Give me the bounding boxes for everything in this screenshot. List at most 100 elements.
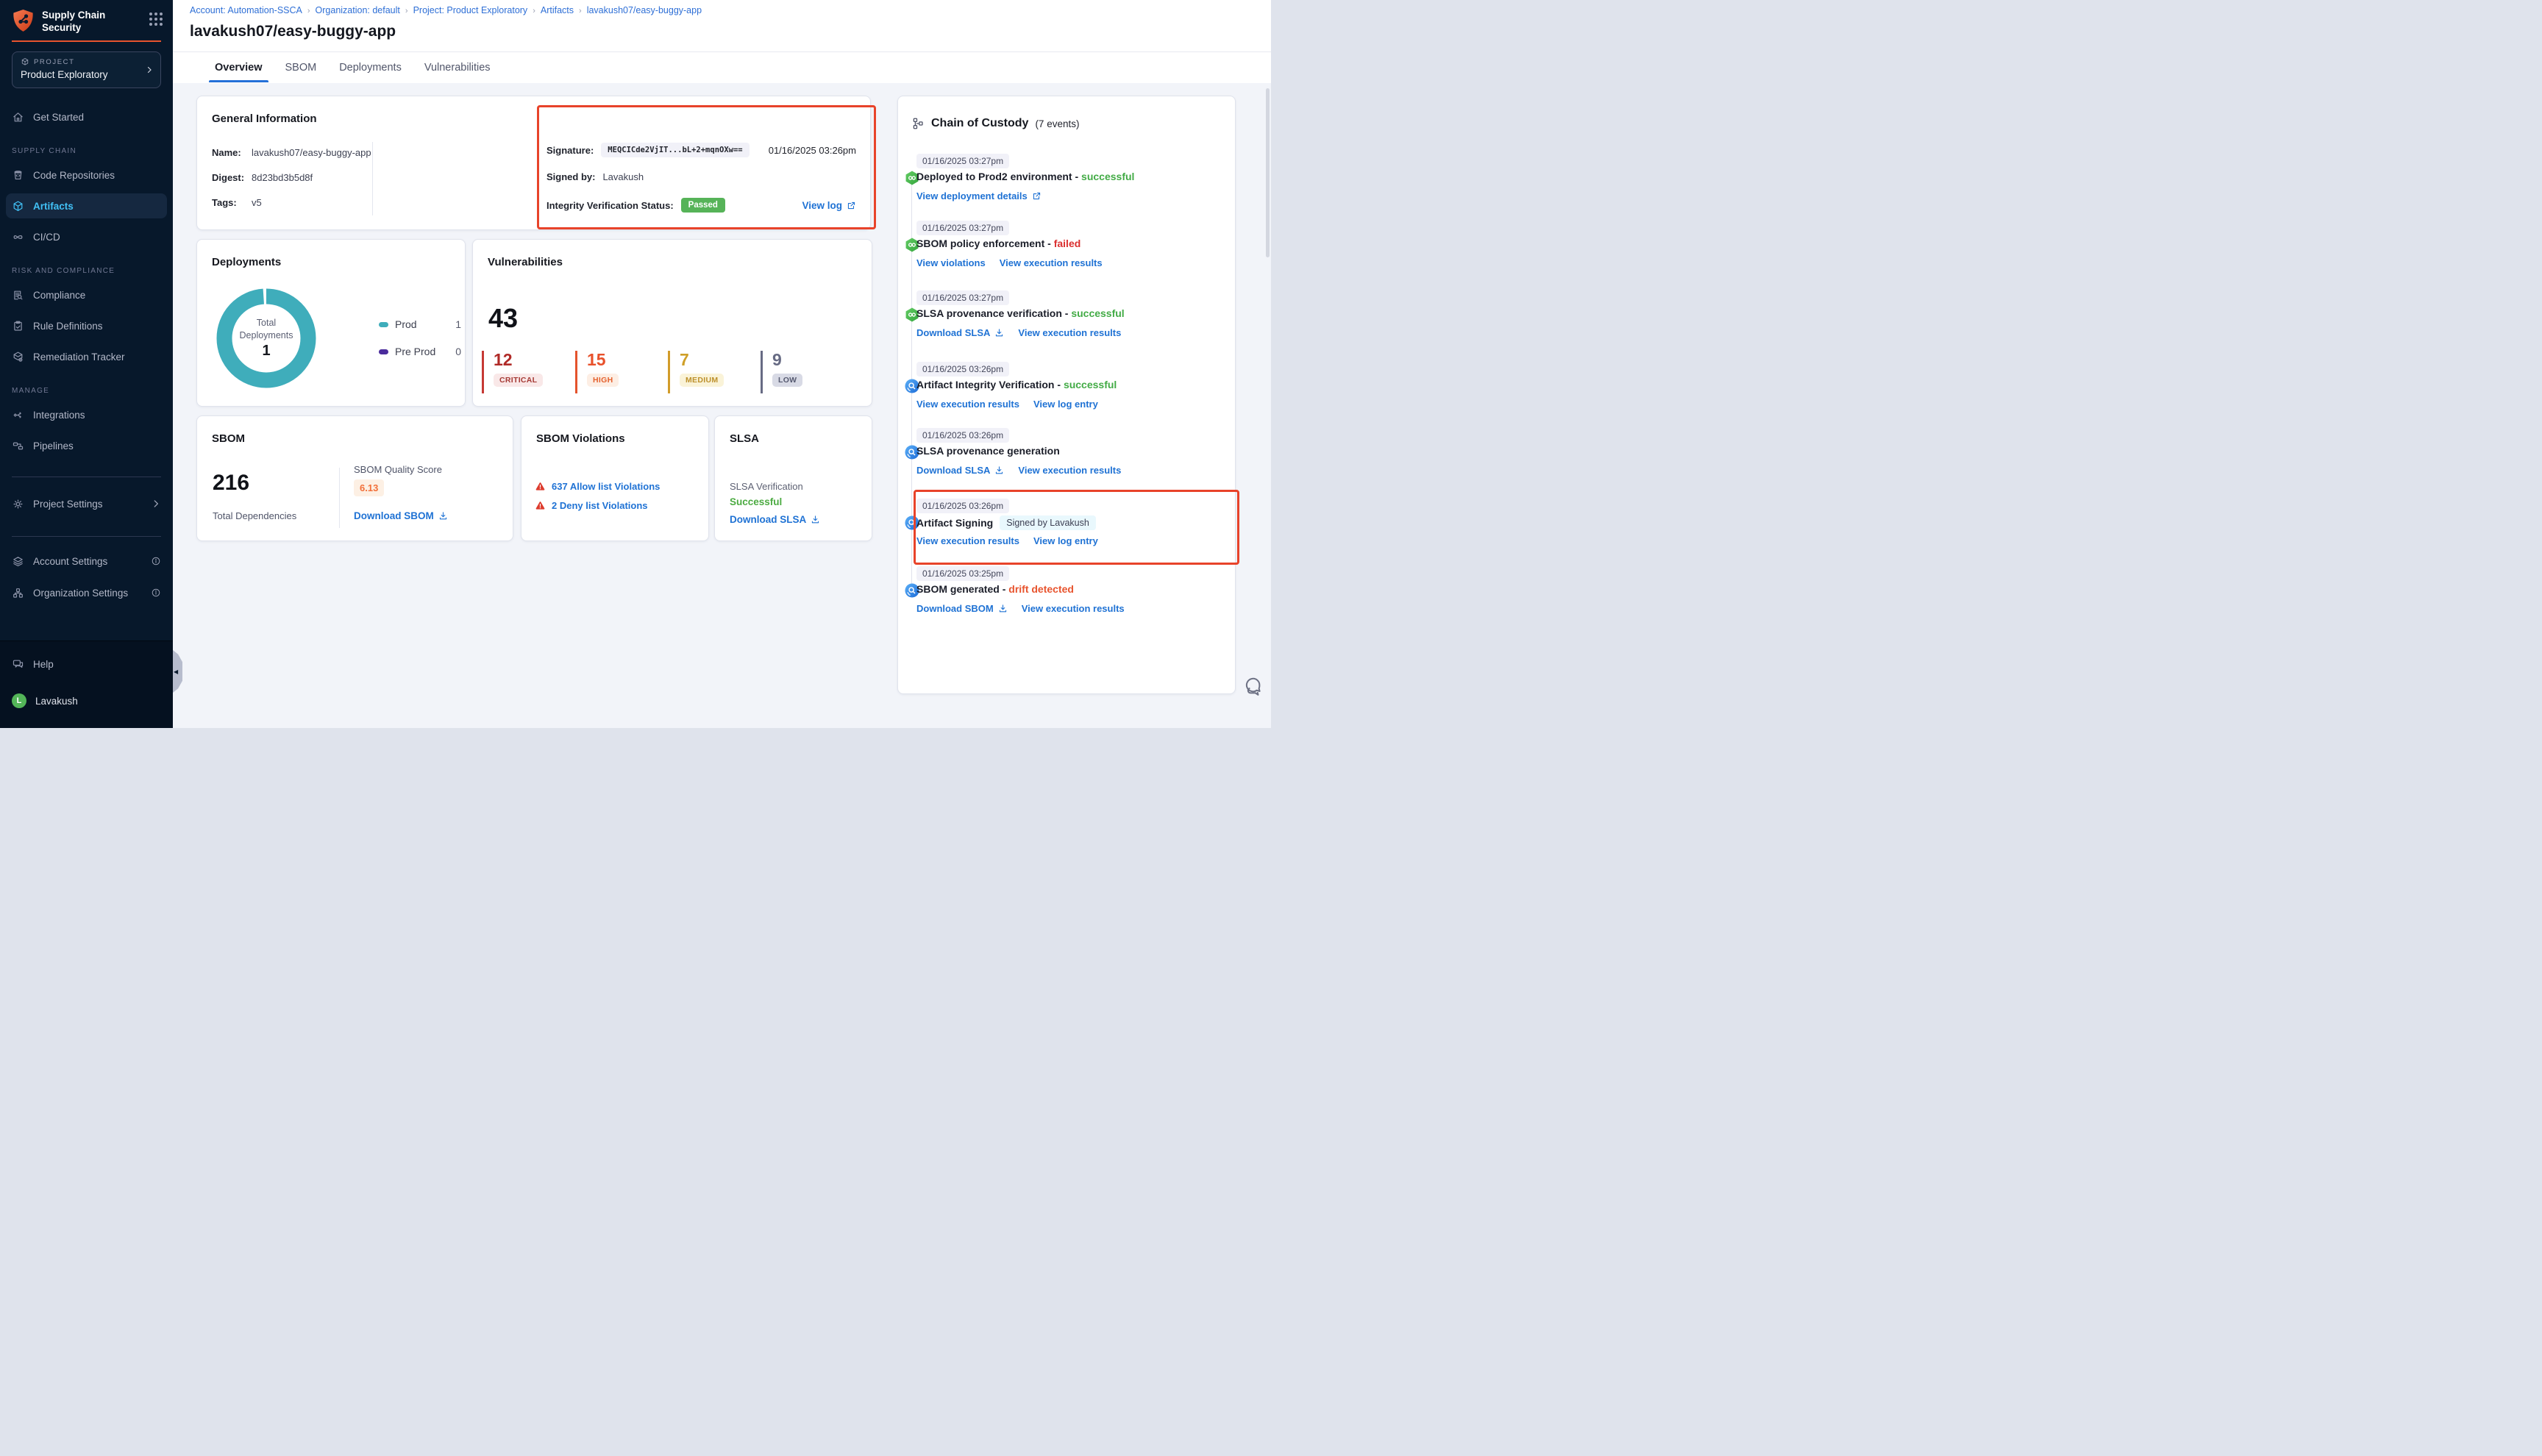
breadcrumb-separator: › <box>579 7 582 15</box>
sidebar-collapse-handle[interactable]: ◀ <box>173 650 182 693</box>
card-title-deployments: Deployments <box>212 256 281 268</box>
download-sbom-link[interactable]: Download SBOM <box>354 510 448 521</box>
sidebar-item-label: Code Repositories <box>33 170 115 181</box>
tab-vulnerabilities[interactable]: Vulnerabilities <box>423 52 492 82</box>
event-links: Download SBOM View execution results <box>916 603 1125 614</box>
link-view-deployment-details[interactable]: View deployment details <box>916 190 1042 201</box>
event-title-text: Deployed to Prod2 environment <box>916 171 1072 182</box>
breadcrumb-item-account[interactable]: Account: Automation-SSCA <box>190 5 302 15</box>
tab-deployments[interactable]: Deployments <box>338 52 403 82</box>
sidebar-item-compliance[interactable]: Compliance <box>0 282 173 307</box>
user-menu[interactable]: L Lavakush <box>0 688 173 713</box>
user-name: Lavakush <box>35 696 78 707</box>
event-title: SBOM policy enforcement - failed <box>916 238 1080 249</box>
sidebar-item-label: Rule Definitions <box>33 321 103 332</box>
link-view-violations[interactable]: View violations <box>916 257 986 268</box>
sidebar-item-ci-cd[interactable]: CI/CD <box>0 224 173 249</box>
sidebar-item-help[interactable]: Help <box>0 652 173 677</box>
link-view-log-entry[interactable]: View log entry <box>1033 535 1098 546</box>
sidebar-item-rule-definitions[interactable]: Rule Definitions <box>0 313 173 338</box>
event-status: failed <box>1054 238 1081 249</box>
field-name: Name:lavakush07/easy-buggy-app <box>212 147 371 158</box>
legend-label: Prod <box>395 318 417 330</box>
legend-value: 0 <box>455 346 461 357</box>
warning-triangle-icon <box>535 500 546 511</box>
link-download-sbom[interactable]: Download SBOM <box>916 603 1008 614</box>
sidebar-item-integrations[interactable]: Integrations <box>0 402 173 427</box>
sidebar-item-account-settings[interactable]: Account Settings <box>0 549 173 574</box>
sidebar-item-artifacts[interactable]: Artifacts <box>6 193 167 218</box>
breadcrumb-item-artifacts[interactable]: Artifacts <box>541 5 574 15</box>
sidebar-item-get-started[interactable]: Get Started <box>0 104 173 129</box>
home-icon <box>12 111 24 124</box>
severity-badge: LOW <box>772 374 802 387</box>
link-view-execution-results[interactable]: View execution results <box>916 399 1019 410</box>
link-637-allow-list-violations[interactable]: 637 Allow list Violations <box>552 481 660 492</box>
download-slsa-link[interactable]: Download SLSA <box>730 514 820 525</box>
link-view-execution-results[interactable]: View execution results <box>1000 257 1103 268</box>
project-selector-label: PROJECT <box>21 57 143 66</box>
chain-of-custody-count: (7 events) <box>1035 118 1079 129</box>
severity-high: 15HIGH <box>575 351 619 393</box>
event-title: Artifact Integrity Verification - succes… <box>916 379 1117 390</box>
event-links: View deployment details <box>916 190 1042 201</box>
event-links: Download SLSA View execution results <box>916 465 1121 476</box>
severity-medium: 7MEDIUM <box>668 351 724 393</box>
info-icon <box>151 588 161 598</box>
sidebar-item-label: CI/CD <box>33 232 60 243</box>
breadcrumb-item-lavakush07-easy-buggy-app[interactable]: lavakush07/easy-buggy-app <box>587 5 702 15</box>
severity-low: 9LOW <box>761 351 802 393</box>
link-view-execution-results[interactable]: View execution results <box>1022 603 1125 614</box>
link-download-slsa[interactable]: Download SLSA <box>916 327 1004 338</box>
page-scrollbar-thumb[interactable] <box>1266 88 1270 257</box>
download-icon <box>811 515 820 524</box>
tab-sbom[interactable]: SBOM <box>284 52 318 82</box>
download-icon <box>994 328 1004 338</box>
link-view-execution-results[interactable]: View execution results <box>1018 327 1121 338</box>
link-view-execution-results[interactable]: View execution results <box>916 535 1019 546</box>
link-2-deny-list-violations[interactable]: 2 Deny list Violations <box>552 500 648 511</box>
link-view-execution-results[interactable]: View execution results <box>1018 465 1121 476</box>
event-links: View execution results View log entry <box>916 535 1098 546</box>
event-title: Artifact SigningSigned by Lavakush <box>916 515 1096 530</box>
card-title-sbom: SBOM <box>212 432 245 445</box>
help-chat-bubble-icon[interactable] <box>1242 675 1264 697</box>
warning-triangle-icon <box>535 481 546 492</box>
box-icon <box>12 351 24 363</box>
link-view-log-entry[interactable]: View log entry <box>1033 399 1098 410</box>
project-selector[interactable]: PROJECT Product Exploratory <box>12 51 161 88</box>
gear-icon <box>12 498 24 510</box>
donut-center-label: Total Deployments <box>233 317 299 342</box>
app-switcher-grid-icon[interactable] <box>149 13 163 26</box>
view-log-link[interactable]: View log <box>802 200 856 211</box>
breadcrumb-item-organization[interactable]: Organization: default <box>316 5 400 15</box>
pipelines-icon <box>12 440 24 452</box>
link-download-slsa[interactable]: Download SLSA <box>916 465 1004 476</box>
card-title-sbom-violations: SBOM Violations <box>536 432 625 445</box>
sidebar-item-project-settings[interactable]: Project Settings <box>0 491 173 516</box>
general-information-card: General Information Name:lavakush07/easy… <box>196 96 871 230</box>
event-status: successful <box>1071 307 1124 319</box>
external-link-icon <box>1032 191 1042 201</box>
info-icon <box>151 556 161 566</box>
sidebar-item-remediation-tracker[interactable]: Remediation Tracker <box>0 344 173 369</box>
supply-chain-security-logo-icon <box>12 8 35 33</box>
breadcrumb-separator: › <box>533 7 535 15</box>
section-label-supply-chain: SUPPLY CHAIN <box>0 147 173 155</box>
event-status: drift detected <box>1008 583 1074 595</box>
sidebar-item-pipelines[interactable]: Pipelines <box>0 433 173 458</box>
tab-overview[interactable]: Overview <box>213 52 264 82</box>
external-link-icon <box>847 201 856 210</box>
violation-row: 637 Allow list Violations <box>535 481 660 492</box>
signature-value-chip[interactable]: MEQCICde2VjIT...bL+2+mqnOXw== <box>601 143 749 157</box>
sidebar-item-code-repositories[interactable]: Code Repositories <box>0 163 173 188</box>
breadcrumb-item-project[interactable]: Project: Product Exploratory <box>413 5 528 15</box>
user-avatar: L <box>12 693 26 708</box>
chevron-right-icon <box>145 65 154 78</box>
card-title-general-information: General Information <box>212 113 317 125</box>
legend-dot <box>379 349 388 354</box>
sidebar-item-organization-settings[interactable]: Organization Settings <box>0 580 173 605</box>
sbom-card: SBOM 216 Total Dependencies SBOM Quality… <box>196 415 513 541</box>
sidebar-item-label: Get Started <box>33 112 84 123</box>
event-status: successful <box>1064 379 1117 390</box>
